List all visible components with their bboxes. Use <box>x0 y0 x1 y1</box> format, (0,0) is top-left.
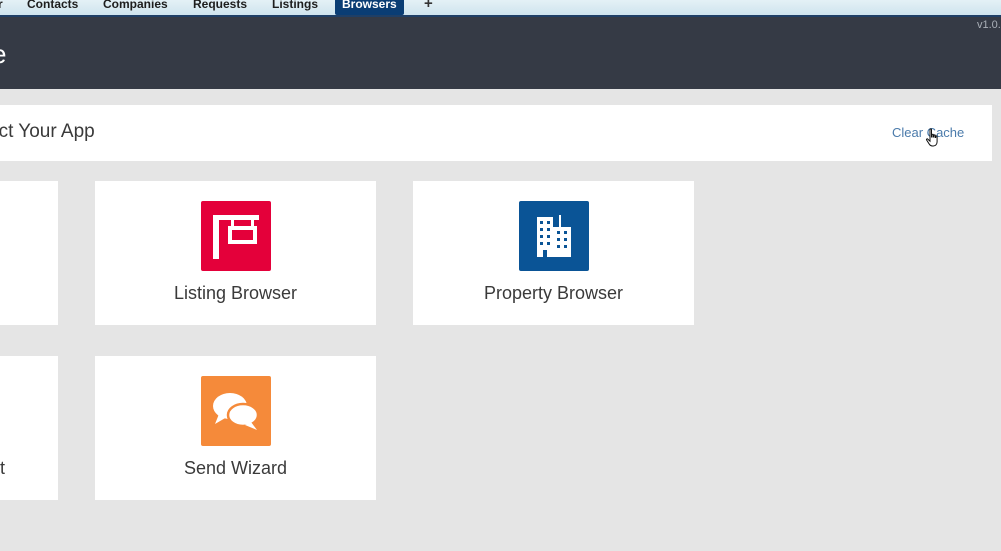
buildings-icon <box>519 201 589 271</box>
version-label: v1.0.7 <box>977 19 1001 31</box>
listing-browser-card[interactable]: Listing Browser <box>95 181 376 325</box>
tab-calendar[interactable]: r <box>0 0 3 15</box>
app-card-partial-bottom[interactable]: nt <box>0 356 58 500</box>
tab-requests[interactable]: Requests <box>193 0 247 15</box>
listing-browser-label: Listing Browser <box>173 283 298 303</box>
app-header: e v1.0.7 <box>0 17 1001 89</box>
chat-bubbles-icon <box>201 376 271 446</box>
hand-cursor-icon <box>925 128 938 147</box>
select-app-bar: ect Your App Clear Cache <box>0 105 992 161</box>
top-nav-bar: r Contacts Companies Requests Listings B… <box>0 0 1001 17</box>
app-card-partial-top[interactable] <box>0 181 58 325</box>
tab-browsers[interactable]: Browsers <box>335 0 404 15</box>
partial-card-label: nt <box>0 458 6 478</box>
for-sale-sign-icon <box>201 201 271 271</box>
tab-listings[interactable]: Listings <box>272 0 318 15</box>
tab-contacts[interactable]: Contacts <box>27 0 78 15</box>
property-browser-label: Property Browser <box>483 283 624 303</box>
property-browser-card[interactable]: Property Browser <box>413 181 694 325</box>
add-tab-button[interactable]: + <box>424 0 433 15</box>
send-wizard-card[interactable]: Send Wizard <box>95 356 376 500</box>
send-wizard-label: Send Wizard <box>183 458 288 478</box>
page-title: e <box>0 39 6 70</box>
tab-companies[interactable]: Companies <box>103 0 168 15</box>
select-app-title: ect Your App <box>0 121 95 142</box>
